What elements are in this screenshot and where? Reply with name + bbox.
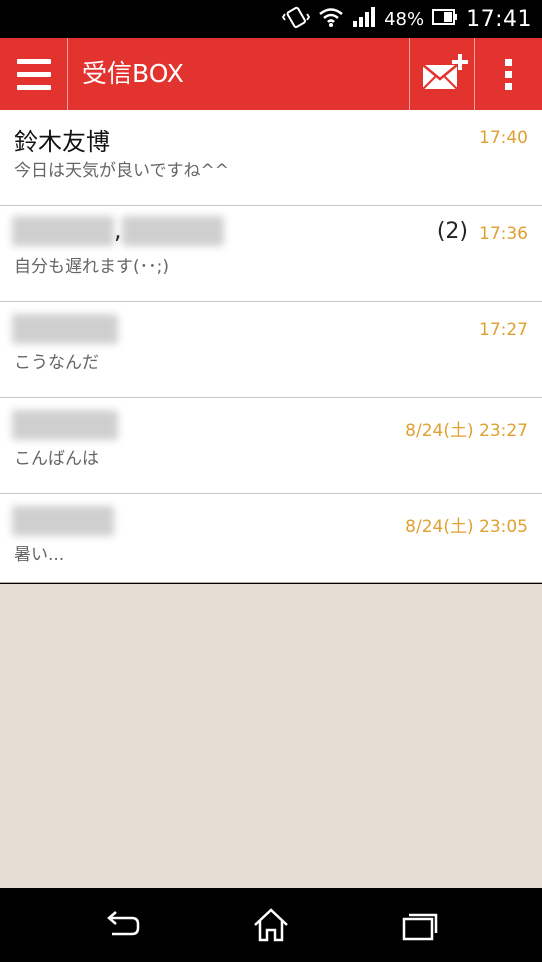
- message-preview: 自分も遅れます(･･;): [14, 257, 169, 277]
- home-button[interactable]: [241, 902, 301, 948]
- message-preview: 暑い...: [14, 545, 65, 565]
- sender-name: 鈴木友博: [14, 128, 110, 156]
- redacted-sender: [12, 314, 118, 344]
- page-title: 受信BOX: [82, 59, 184, 88]
- message-time: 8/24(土) 23:27: [405, 421, 528, 441]
- status-bar: 48% 17:41: [0, 0, 542, 38]
- clock: 17:41: [466, 6, 532, 32]
- empty-list-area: [0, 584, 542, 888]
- redacted-sender: [12, 506, 114, 536]
- overflow-menu-icon: [505, 59, 512, 66]
- message-preview: こうなんだ: [14, 353, 99, 373]
- message-time: 17:36: [479, 224, 528, 244]
- navigation-bar: [0, 888, 542, 962]
- overflow-menu-icon-dot: [505, 71, 512, 78]
- message-row[interactable]: こんばんは 8/24(土) 23:27: [0, 398, 542, 494]
- message-preview: こんばんは: [14, 449, 99, 469]
- menu-icon: [17, 59, 51, 64]
- menu-icon-line: [17, 85, 51, 90]
- message-preview: 今日は天気が良いですね^^: [14, 161, 229, 181]
- divider: [67, 38, 68, 110]
- home-icon: [254, 908, 288, 942]
- menu-icon-line: [17, 72, 51, 77]
- back-icon: [107, 911, 140, 936]
- signal-icon: [352, 6, 376, 32]
- sender-separator: ,: [114, 216, 122, 244]
- message-list: 鈴木友博 今日は天気が良いですね^^ 17:40 , (2) 自分も遅れます(･…: [0, 110, 542, 583]
- recents-button[interactable]: [390, 902, 450, 948]
- compose-mail-icon: [422, 54, 468, 90]
- redacted-sender: [122, 216, 224, 246]
- message-time: 17:27: [479, 320, 528, 340]
- message-row[interactable]: こうなんだ 17:27: [0, 302, 542, 398]
- overflow-menu-icon-dot: [505, 83, 512, 90]
- compose-button[interactable]: [410, 38, 474, 110]
- overflow-menu-button[interactable]: [476, 38, 542, 110]
- message-row[interactable]: , (2) 自分も遅れます(･･;) 17:36: [0, 206, 542, 302]
- message-count-badge: (2): [436, 219, 468, 244]
- message-row[interactable]: 鈴木友博 今日は天気が良いですね^^ 17:40: [0, 110, 542, 206]
- redacted-sender: [12, 410, 118, 440]
- vibrate-icon: [281, 5, 311, 33]
- message-time: 8/24(土) 23:05: [405, 517, 528, 537]
- recents-icon: [402, 913, 438, 941]
- message-time: 17:40: [479, 128, 528, 148]
- menu-button[interactable]: [0, 38, 67, 110]
- wifi-icon: [318, 6, 344, 32]
- battery-icon: [432, 7, 458, 31]
- redacted-sender: [12, 216, 114, 246]
- divider: [474, 38, 475, 110]
- battery-percent: 48%: [384, 8, 425, 30]
- app-bar: 受信BOX: [0, 38, 542, 110]
- message-row[interactable]: 暑い... 8/24(土) 23:05: [0, 494, 542, 583]
- back-button[interactable]: [92, 902, 152, 948]
